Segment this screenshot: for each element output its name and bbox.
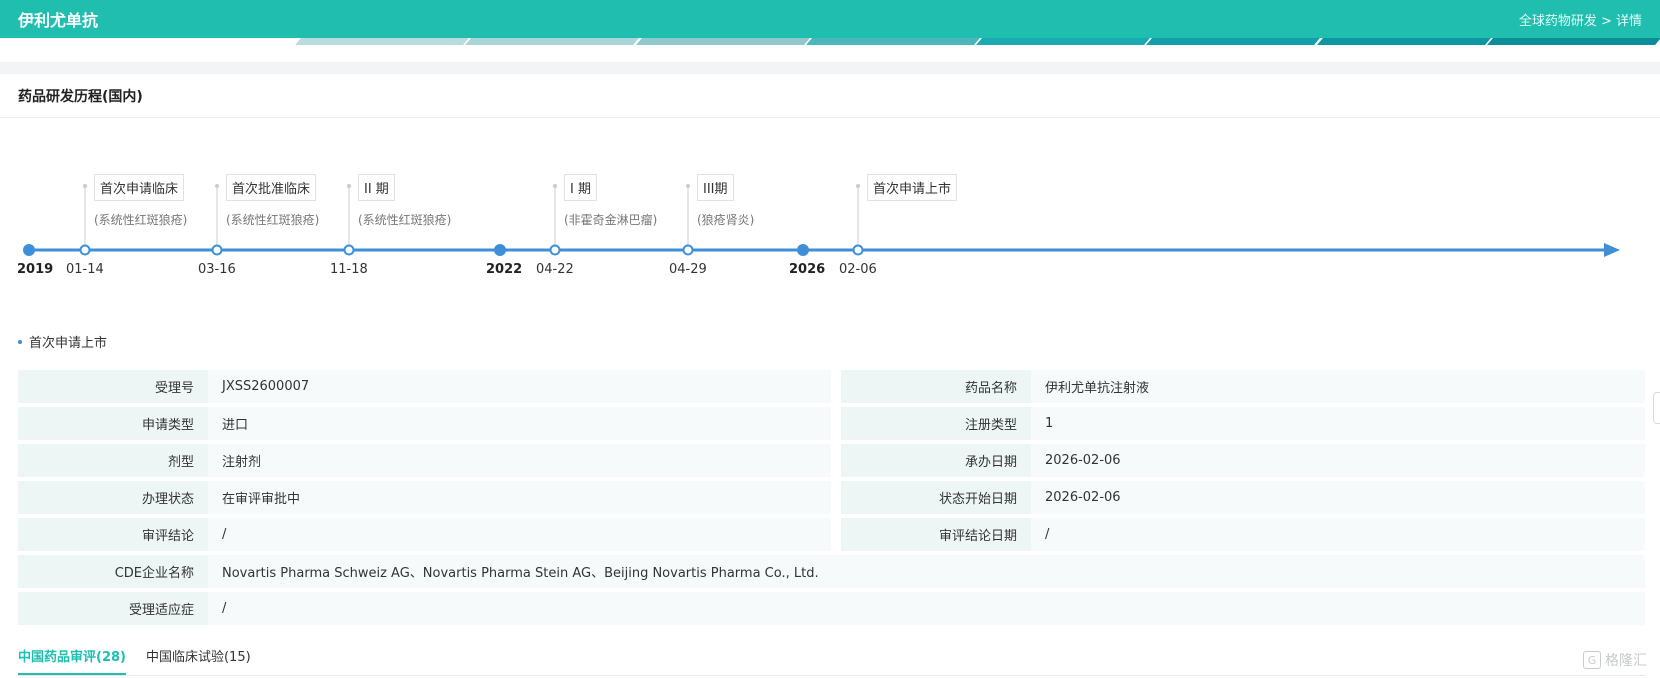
event-node[interactable] [852,244,864,256]
field-value: 2026-02-06 [1031,481,1645,514]
year-node [797,244,809,256]
connector-tip [686,184,690,188]
event-indication: (系统性红斑狼疮) [94,213,188,227]
field-label: 状态开始日期 [841,481,1031,514]
event-node[interactable] [343,244,355,256]
watermark: G 格隆汇 [1583,650,1647,670]
section-header: 药品研发历程(国内) [0,74,1660,118]
year-node [23,244,35,256]
field-label: CDE企业名称 [18,555,208,588]
event-date: 04-29 [669,262,707,277]
bullet-icon [18,339,22,344]
event-label[interactable]: II 期 [358,174,395,201]
event-date: 01-14 [66,262,104,277]
event-node[interactable] [211,244,223,256]
table-row: 受理号 JXSS2600007 药品名称 伊利尤单抗注射液 [18,370,1645,403]
event-indication: (非霍奇金淋巴瘤) [564,213,658,227]
detail-title-text: 首次申请上市 [29,336,108,351]
field-value: / [1031,518,1645,551]
event-label[interactable]: I 期 [564,174,597,201]
event-label[interactable]: III期 [697,174,734,201]
field-label: 承办日期 [841,444,1031,477]
tab-divider [18,675,1645,676]
table-row: 办理状态 在审评审批中 状态开始日期 2026-02-06 [18,481,1645,514]
table-row: 受理适应症 / [18,592,1645,625]
field-label: 受理号 [18,370,208,403]
detail-table: 受理号 JXSS2600007 药品名称 伊利尤单抗注射液 申请类型 进口 注册… [18,366,1645,629]
table-row: 审评结论 / 审评结论日期 / [18,518,1645,551]
field-value: 1 [1031,407,1645,440]
connector-tip [347,184,351,188]
field-label: 办理状态 [18,481,208,514]
event-node[interactable] [79,244,91,256]
field-value: 在审评审批中 [208,481,831,514]
field-label: 注册类型 [841,407,1031,440]
field-label: 审评结论 [18,518,208,551]
table-row: 剂型 注射剂 承办日期 2026-02-06 [18,444,1645,477]
event-date: 04-22 [536,262,574,277]
field-value: 伊利尤单抗注射液 [1031,370,1645,403]
event-node[interactable] [549,244,561,256]
year-label: 2019 [17,262,54,277]
tab-bar: 中国药品审评(28) 中国临床试验(15) [18,646,271,675]
field-value: 2026-02-06 [1031,444,1645,477]
event-indication: (系统性红斑狼疮) [226,213,320,227]
field-value: 进口 [208,407,831,440]
event-date: 03-16 [198,262,236,277]
event-date: 11-18 [330,262,368,277]
connector-tip [215,184,219,188]
connector-tip [856,184,860,188]
field-label: 药品名称 [841,370,1031,403]
watermark-text: 格隆汇 [1605,653,1647,669]
timeline-graphic [23,184,1620,257]
watermark-logo-icon: G [1583,651,1601,669]
progress-card [0,38,1660,62]
side-drawer-handle[interactable] [1653,392,1660,424]
tab-cn-drug-review[interactable]: 中国药品审评(28) [18,646,126,675]
breadcrumb[interactable]: 全球药物研发 > 详情 [1519,10,1642,29]
event-indication: (系统性红斑狼疮) [358,213,452,227]
event-indication: (狼疮肾炎) [697,213,755,227]
field-label: 受理适应症 [18,592,208,625]
field-value: 注射剂 [208,444,831,477]
event-label[interactable]: 首次申请临床 [94,174,185,201]
table-row: 申请类型 进口 注册类型 1 [18,407,1645,440]
field-label: 剂型 [18,444,208,477]
field-value: Novartis Pharma Schweiz AG、Novartis Phar… [208,555,1645,588]
event-node[interactable] [682,244,694,256]
timeline-arrow [1604,243,1620,257]
field-label: 申请类型 [18,407,208,440]
page-title: 伊利尤单抗 [18,11,99,30]
field-value: / [208,592,1645,625]
event-date: 02-06 [839,262,877,277]
timeline: 首次申请临床 (系统性红斑狼疮) 首次批准临床 (系统性红斑狼疮) II 期 (… [0,118,1660,298]
year-label: 2026 [789,262,826,277]
tab-cn-clinical-trials[interactable]: 中国临床试验(15) [146,646,251,675]
event-label[interactable]: 首次申请上市 [867,174,958,201]
connector-tip [83,184,87,188]
detail-title: 首次申请上市 [18,332,107,351]
table-row: CDE企业名称 Novartis Pharma Schweiz AG、Novar… [18,555,1645,588]
connector-tip [553,184,557,188]
field-label: 审评结论日期 [841,518,1031,551]
year-node [494,244,506,256]
field-value: JXSS2600007 [208,370,831,403]
year-label: 2022 [486,262,523,277]
phase-progress-strip [295,38,1660,45]
top-bar: 伊利尤单抗 全球药物研发 > 详情 [0,0,1660,38]
event-label[interactable]: 首次批准临床 [226,174,317,201]
field-value: / [208,518,831,551]
